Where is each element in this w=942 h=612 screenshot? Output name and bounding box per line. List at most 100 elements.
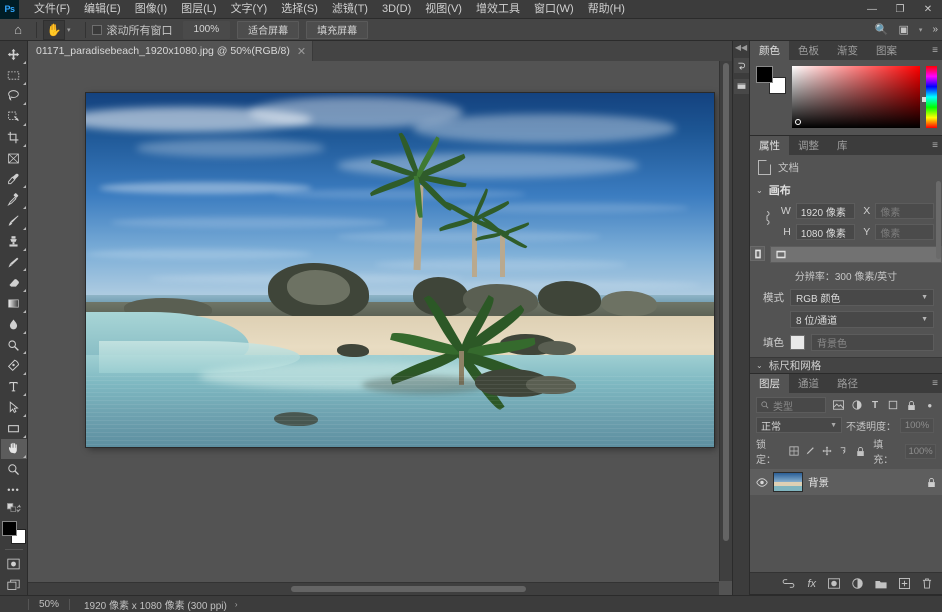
- lock-all-icon[interactable]: [855, 444, 867, 458]
- eraser-tool[interactable]: [1, 272, 27, 293]
- menu-image[interactable]: 图像(I): [128, 0, 174, 19]
- y-input[interactable]: 像素: [875, 224, 934, 240]
- color-mode-select[interactable]: RGB 颜色 ▼: [790, 289, 934, 306]
- tool-preset-chevron-down-icon[interactable]: ▾: [67, 26, 71, 34]
- tab-libraries[interactable]: 库: [828, 136, 857, 155]
- document-tab[interactable]: 01171_paradisebeach_1920x1080.jpg @ 50%(…: [28, 41, 314, 61]
- scrollbar-thumb[interactable]: [723, 63, 729, 542]
- tab-swatches[interactable]: 色板: [789, 41, 828, 60]
- default-colors-icon[interactable]: [1, 501, 27, 517]
- dodge-tool[interactable]: [1, 335, 27, 356]
- new-group-icon[interactable]: [875, 579, 887, 589]
- screen-mode-icon[interactable]: [1, 574, 27, 595]
- chevron-down-icon[interactable]: ⌄: [756, 186, 763, 195]
- tab-layers[interactable]: 图层: [750, 374, 789, 393]
- filter-toggle-icon[interactable]: ●: [924, 398, 936, 412]
- canvas-horizontal-scrollbar[interactable]: [28, 582, 719, 595]
- fill-value-field[interactable]: 背景色: [811, 334, 934, 351]
- adjustment-layer-icon[interactable]: [852, 578, 863, 589]
- layer-name[interactable]: 背景: [808, 475, 922, 490]
- layer-style-icon[interactable]: fx: [807, 578, 816, 590]
- path-selection-tool[interactable]: [1, 397, 27, 418]
- delete-layer-icon[interactable]: [922, 578, 932, 589]
- filter-shape-icon[interactable]: [887, 398, 899, 412]
- more-tools-icon[interactable]: •••: [1, 480, 27, 501]
- fit-screen-button[interactable]: 适合屏幕: [237, 20, 300, 39]
- link-layers-icon[interactable]: [782, 579, 795, 588]
- layer-thumbnail[interactable]: [773, 472, 803, 492]
- lock-image-icon[interactable]: [805, 444, 817, 458]
- tab-channels[interactable]: 通道: [789, 374, 828, 393]
- zoom-level[interactable]: 50%: [29, 599, 69, 610]
- menu-window[interactable]: 窗口(W): [527, 0, 581, 19]
- layer-row[interactable]: 背景: [750, 469, 942, 495]
- menu-plugins[interactable]: 增效工具: [469, 0, 527, 19]
- close-icon[interactable]: ✕: [297, 45, 306, 58]
- layers-panel-menu-icon[interactable]: ≡: [932, 374, 938, 393]
- foreground-color-swatch[interactable]: [1, 520, 17, 536]
- collapse-panels-icon[interactable]: ◀◀: [735, 43, 747, 52]
- tab-gradients[interactable]: 渐变: [828, 41, 867, 60]
- tab-adjustments[interactable]: 调整: [789, 136, 828, 155]
- tab-properties[interactable]: 属性: [750, 136, 789, 155]
- bit-depth-select[interactable]: 8 位/通道 ▼: [790, 311, 934, 328]
- menu-help[interactable]: 帮助(H): [581, 0, 632, 19]
- blend-mode-select[interactable]: 正常 ▼: [756, 417, 842, 433]
- filter-smart-object-icon[interactable]: [905, 398, 917, 412]
- menu-file[interactable]: 文件(F): [27, 0, 77, 19]
- canvas-vertical-scrollbar[interactable]: [719, 61, 732, 581]
- crop-tool[interactable]: [1, 127, 27, 148]
- minimize-button[interactable]: —: [858, 0, 886, 19]
- scroll-all-windows-checkbox[interactable]: 滚动所有窗口: [91, 22, 173, 38]
- opacity-input[interactable]: 100%: [900, 417, 934, 433]
- image-canvas[interactable]: [86, 93, 714, 447]
- blur-tool[interactable]: [1, 314, 27, 335]
- landscape-orientation-button[interactable]: [770, 246, 942, 263]
- hand-tool-icon[interactable]: ✋: [43, 19, 65, 40]
- frame-tool[interactable]: [1, 148, 27, 169]
- gradient-tool[interactable]: [1, 293, 27, 314]
- rectangle-tool[interactable]: [1, 418, 27, 439]
- lock-transparent-icon[interactable]: [788, 444, 800, 458]
- maximize-button[interactable]: ❐: [886, 0, 914, 19]
- color-swatches[interactable]: [1, 520, 26, 545]
- lock-nesting-icon[interactable]: [838, 444, 850, 458]
- lock-position-icon[interactable]: [821, 444, 833, 458]
- tab-patterns[interactable]: 图案: [867, 41, 906, 60]
- clone-stamp-tool[interactable]: [1, 231, 27, 252]
- scrollbar-thumb[interactable]: [290, 586, 526, 592]
- move-tool[interactable]: [1, 44, 27, 65]
- canvas-section-header[interactable]: ⌄ 画布: [750, 180, 942, 202]
- eyedropper-tool[interactable]: [1, 169, 27, 190]
- rectangular-marquee-tool[interactable]: [1, 65, 27, 86]
- x-input[interactable]: 像素: [875, 203, 934, 219]
- lasso-tool[interactable]: [1, 86, 27, 107]
- quick-mask-icon[interactable]: [1, 553, 27, 574]
- status-chevron-right-icon[interactable]: ›: [235, 600, 238, 609]
- height-input[interactable]: 1080 像素: [795, 224, 855, 240]
- close-button[interactable]: ✕: [914, 0, 942, 19]
- color-panel-menu-icon[interactable]: ≡: [932, 41, 938, 60]
- hand-tool[interactable]: [0, 438, 27, 460]
- rulers-grid-section-header[interactable]: ⌄ 标尺和网格: [750, 357, 942, 373]
- history-panel-icon[interactable]: [733, 58, 749, 73]
- home-icon[interactable]: ⌂: [6, 19, 30, 41]
- workspace-chevron-down-icon[interactable]: ▾: [919, 26, 923, 34]
- menu-select[interactable]: 选择(S): [274, 0, 325, 19]
- menu-edit[interactable]: 编辑(E): [77, 0, 128, 19]
- options-overflow-icon[interactable]: »: [932, 24, 938, 35]
- color-picker-field[interactable]: [792, 66, 920, 128]
- canvas-viewport[interactable]: [28, 61, 732, 595]
- type-tool[interactable]: [1, 376, 27, 397]
- new-layer-icon[interactable]: [899, 578, 910, 589]
- fill-color-swatch[interactable]: [790, 335, 805, 350]
- zoom-tool[interactable]: [1, 459, 27, 480]
- filter-adjustment-icon[interactable]: [851, 398, 863, 412]
- portrait-orientation-button[interactable]: [750, 246, 765, 261]
- menu-type[interactable]: 文字(Y): [224, 0, 275, 19]
- fill-screen-button[interactable]: 填充屏幕: [306, 20, 369, 39]
- width-input[interactable]: 1920 像素: [795, 203, 855, 219]
- spot-healing-brush-tool[interactable]: [1, 189, 27, 210]
- properties-panel-menu-icon[interactable]: ≡: [932, 136, 938, 155]
- layer-mask-icon[interactable]: [828, 578, 840, 589]
